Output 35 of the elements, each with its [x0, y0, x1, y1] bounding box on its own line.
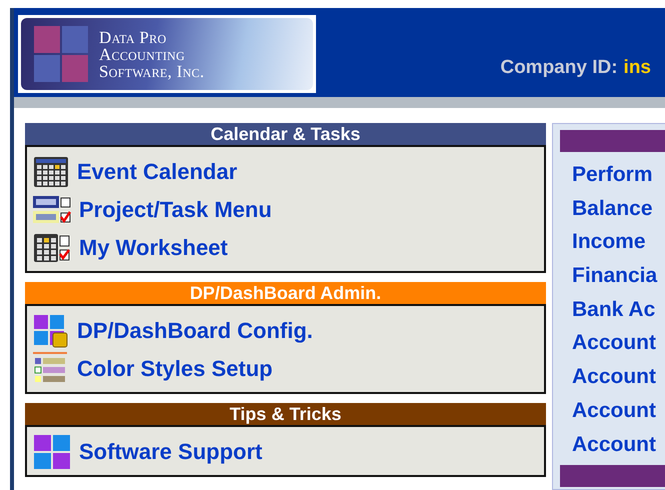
section-header: Calendar & Tasks	[25, 123, 546, 145]
link-text[interactable]: DP/DashBoard Config.	[77, 318, 313, 344]
menu-link[interactable]: Perform	[572, 162, 665, 196]
menu-link[interactable]: Financia	[572, 263, 665, 297]
link-text[interactable]: Event Calendar	[77, 159, 238, 185]
logo-icon	[33, 25, 89, 83]
menu-link[interactable]: Account	[572, 432, 665, 466]
link-text[interactable]: My Worksheet	[79, 235, 228, 261]
calendar-icon	[33, 156, 69, 188]
link-text[interactable]: Project/Task Menu	[79, 197, 272, 223]
task-list-icon	[33, 194, 71, 226]
company-id-value: ins	[624, 57, 651, 79]
worksheet-icon	[33, 232, 71, 264]
logo-text: Data Pro	[99, 28, 168, 46]
menu-link[interactable]: Balance	[572, 196, 665, 230]
menu-link[interactable]: Bank Ac	[572, 296, 665, 330]
logo-text: Accounting	[99, 46, 186, 62]
menu-link[interactable]: Project/Task Menu	[33, 191, 538, 229]
menu-link[interactable]: Account	[572, 330, 665, 364]
section-header: DP/DashBoard Admin.	[25, 282, 546, 304]
squares-icon	[33, 434, 71, 470]
menu-link[interactable]: Income	[572, 229, 665, 264]
menu-link[interactable]: Account	[572, 364, 665, 398]
dashboard-icon	[33, 314, 69, 348]
menu-link[interactable]: Software Support	[33, 433, 538, 471]
menu-link[interactable]: Color Styles Setup	[33, 350, 538, 388]
menu-link[interactable]: Account	[572, 398, 665, 432]
logo-text: Software, Inc.	[99, 62, 204, 80]
link-text[interactable]: Color Styles Setup	[77, 356, 273, 382]
link-text[interactable]: Software Support	[79, 439, 262, 465]
company-id-label: Company ID:	[500, 57, 618, 79]
menu-link[interactable]: Event Calendar	[33, 153, 538, 191]
menu-link[interactable]: My Worksheet	[33, 229, 538, 267]
menu-link[interactable]: DP/DashBoard Config.	[33, 312, 538, 350]
section-header: Tips & Tricks	[25, 403, 546, 425]
